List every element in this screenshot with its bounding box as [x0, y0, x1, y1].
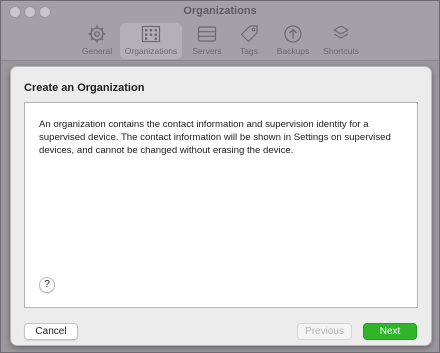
tab-shortcuts-label: Shortcuts	[323, 46, 359, 56]
content-panel: An organization contains the contact inf…	[24, 102, 418, 308]
server-icon	[197, 26, 217, 42]
tab-organizations[interactable]: Organizations	[120, 23, 182, 59]
building-icon	[141, 25, 161, 43]
description-text: An organization contains the contact inf…	[39, 119, 391, 156]
sheet-title: Create an Organization	[24, 82, 145, 94]
tab-general-label: General	[81, 46, 113, 56]
backup-icon	[284, 25, 302, 43]
title-bar: Organizations General Organizations Serv…	[1, 1, 439, 61]
cancel-button[interactable]: Cancel	[24, 323, 78, 340]
tag-icon	[240, 25, 258, 43]
help-button[interactable]: ?	[39, 277, 55, 293]
tab-general[interactable]: General	[69, 23, 125, 59]
layers-icon	[333, 25, 349, 39]
tab-organizations-label: Organizations	[124, 46, 178, 56]
create-organization-sheet: Create an Organization An organization c…	[10, 66, 432, 346]
tab-backups-label: Backups	[276, 46, 310, 56]
tab-shortcuts[interactable]: Shortcuts	[313, 23, 369, 59]
next-button[interactable]: Next	[363, 323, 417, 340]
window-title: Organizations	[183, 5, 257, 17]
preferences-window: Organizations General Organizations Serv…	[0, 0, 440, 353]
previous-button[interactable]: Previous	[297, 323, 352, 340]
gear-icon	[88, 25, 106, 43]
tab-servers-label: Servers	[192, 46, 222, 56]
tab-tags-label: Tags	[240, 46, 258, 56]
preferences-toolbar: General Organizations Servers Tags Backu…	[1, 23, 439, 59]
